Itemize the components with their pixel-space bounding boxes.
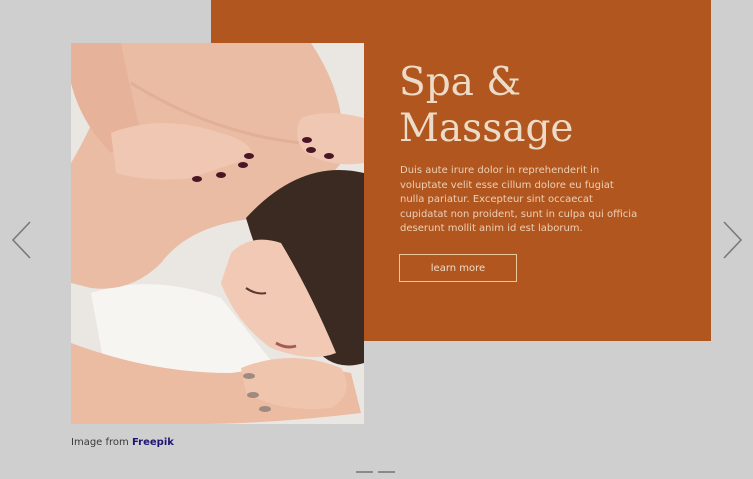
chevron-left-icon[interactable] — [10, 220, 32, 260]
chevron-right-icon[interactable] — [722, 220, 744, 260]
slider: Spa & Massage Duis aute irure dolor in r… — [0, 0, 753, 479]
slide-indicators — [356, 471, 395, 473]
slide-indicator-1[interactable] — [356, 471, 373, 473]
massage-photo — [71, 43, 364, 424]
title-line-1: Spa & — [399, 60, 522, 105]
image-credit: Image from Freepik — [71, 437, 174, 448]
learn-more-button[interactable]: learn more — [399, 254, 517, 282]
slide-description: Duis aute irure dolor in reprehenderit i… — [400, 165, 638, 235]
title-line-2: Massage — [399, 106, 574, 151]
credit-prefix: Image from — [71, 437, 129, 448]
slide-title: Spa & Massage — [399, 60, 699, 152]
slide-indicator-2[interactable] — [378, 471, 395, 473]
freepik-link[interactable]: Freepik — [132, 437, 174, 448]
massage-photo-illustration — [71, 43, 364, 424]
